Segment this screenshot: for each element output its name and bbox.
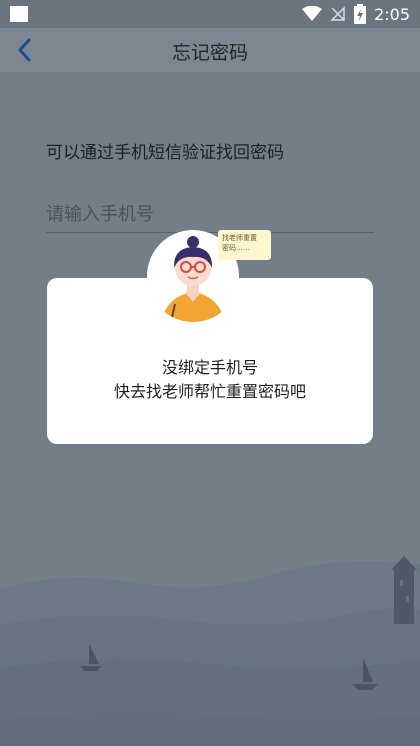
phone-input[interactable] [46,196,374,233]
status-bar: 2:05 [0,0,420,28]
bubble-text: 找老师重置 [222,234,257,242]
dialog-message: 快去找老师帮忙重置密码吧 [113,382,306,401]
bubble-text: 密码…… [222,244,250,252]
status-icons: 2:05 [302,3,410,25]
background-scenery [0,556,420,746]
nav-bar: 忘记密码 [0,28,420,72]
battery-charging-icon [354,4,367,24]
recovery-hint: 可以通过手机短信验证找回密码 [46,143,284,163]
wifi-icon [302,6,323,21]
lighthouse-icon [391,556,417,624]
no-signal-icon [330,6,345,21]
notification-icon [10,6,28,22]
dialog-title: 没绑定手机号 [161,358,258,377]
speech-bubble: 找老师重置 密码…… [218,230,271,260]
status-time: 2:05 [374,4,410,24]
page-title: 忘记密码 [171,42,248,64]
